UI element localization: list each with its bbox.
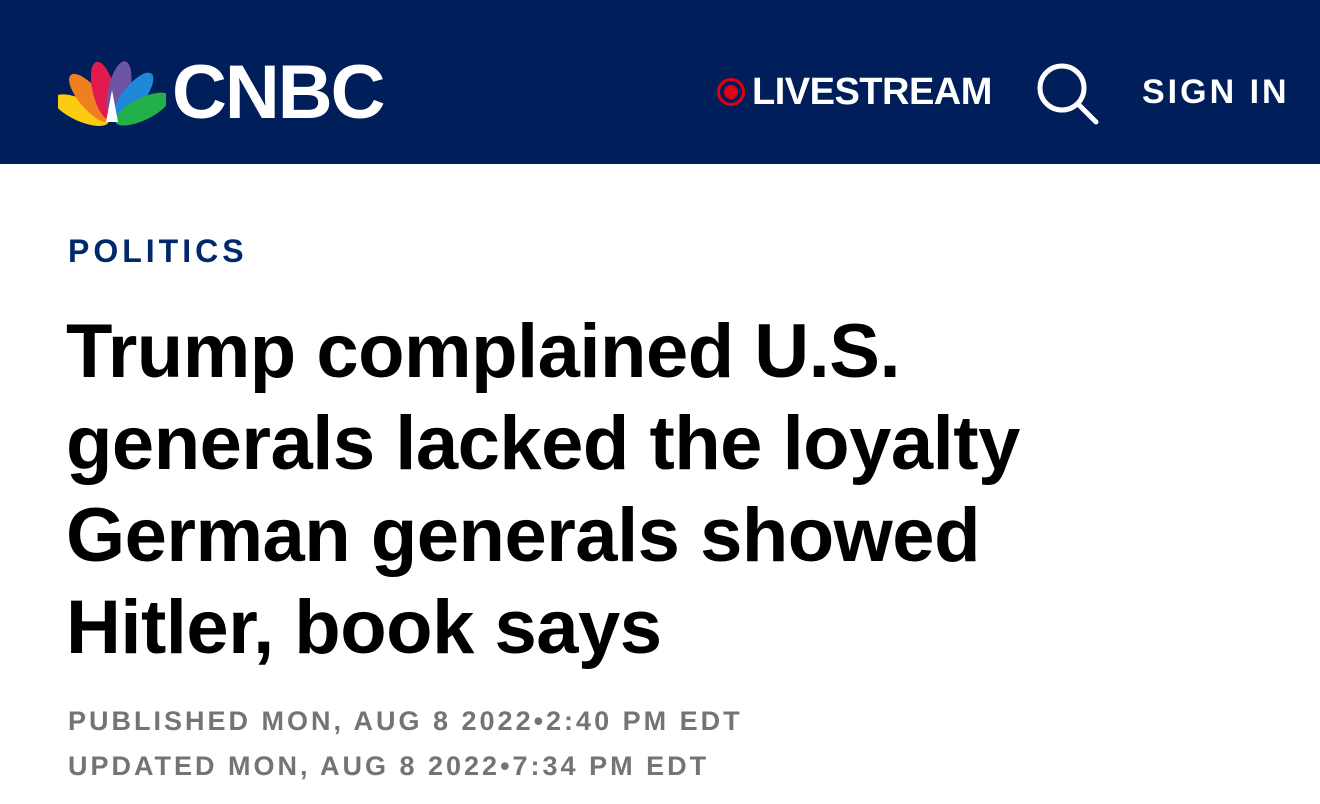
cnbc-wordmark: CNBC — [172, 50, 386, 135]
article-headline: Trump complained U.S. generals lacked th… — [66, 309, 1020, 670]
published-timestamp: PUBLISHED MON, AUG 8 2022•2:40 PM EDT — [68, 706, 743, 736]
site-header: CNBC LIVESTREAM SIGN IN — [0, 0, 1320, 164]
section-label-politics[interactable]: POLITICS — [68, 232, 248, 270]
search-button[interactable] — [1034, 60, 1100, 126]
live-dot-icon — [717, 78, 745, 106]
cnbc-logo-link[interactable]: CNBC — [58, 50, 386, 135]
livestream-label: LIVESTREAM — [752, 70, 992, 113]
sign-in-button[interactable]: SIGN IN — [1142, 72, 1290, 112]
updated-timestamp: UPDATED MON, AUG 8 2022•7:34 PM EDT — [68, 751, 710, 781]
nbc-peacock-icon — [58, 61, 166, 126]
livestream-link[interactable]: LIVESTREAM — [716, 70, 992, 114]
search-icon — [1037, 63, 1099, 125]
